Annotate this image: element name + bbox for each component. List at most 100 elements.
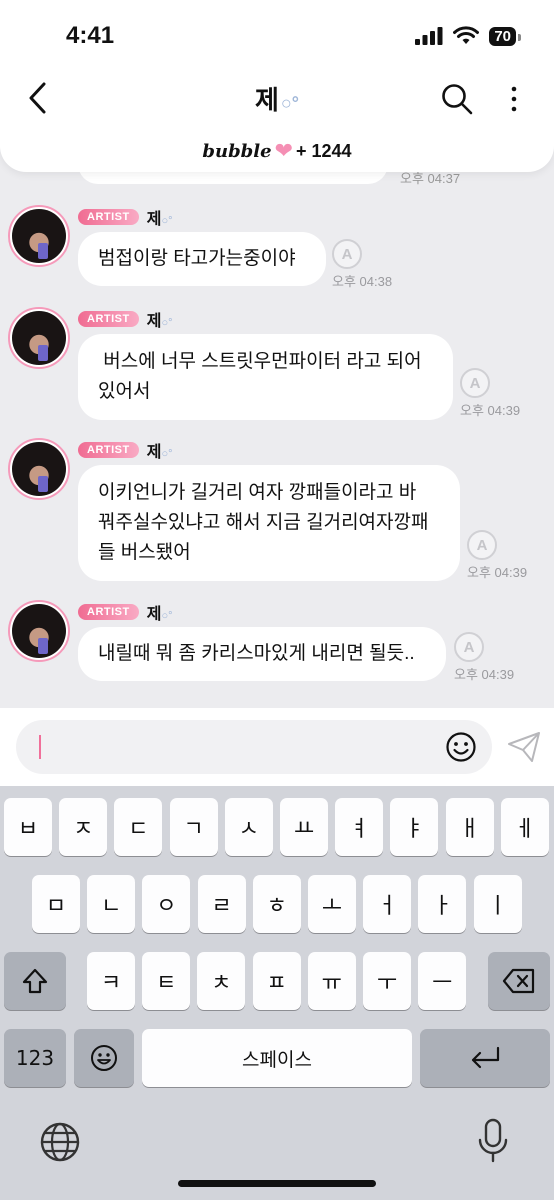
message-input[interactable] [16, 720, 492, 774]
message-bubble[interactable]: 버스에 너무 스트릿우먼파이터 라고 되어 있어서 [78, 334, 453, 420]
sender-name-group: 제○° [147, 307, 173, 331]
emoji-icon[interactable] [444, 730, 478, 764]
shift-icon [22, 968, 48, 994]
send-icon[interactable] [506, 730, 542, 764]
key-ㄷ[interactable]: ㄷ [114, 798, 163, 856]
key-ㅈ[interactable]: ㅈ [59, 798, 108, 856]
key-ㄱ[interactable]: ㄱ [169, 798, 218, 856]
message-bubble[interactable]: 이키언니가 길거리 여자 깡패들이라고 바꿔주실수있냐고 해서 지금 길거리여자… [78, 465, 460, 581]
artist-avatar[interactable] [8, 438, 70, 500]
numbers-key[interactable]: 123 [4, 1029, 66, 1087]
key-ㅂ[interactable]: ㅂ [4, 798, 52, 856]
delete-icon [502, 968, 535, 994]
artist-badge: ARTIST [78, 311, 139, 327]
sender-name-group: 제○° [147, 438, 173, 462]
key-ㅊ[interactable]: ㅊ [197, 952, 246, 1010]
sender-row: ARTIST 제○° [78, 600, 173, 624]
message-meta: A 오후 04:39 [454, 632, 514, 683]
key-ㅗ[interactable]: ㅗ [308, 875, 356, 933]
translate-icon[interactable]: A [454, 632, 484, 662]
key-ㅜ[interactable]: ㅜ [363, 952, 411, 1010]
sender-name: 제 [146, 313, 162, 330]
key-ㅅ[interactable]: ㅅ [224, 798, 273, 856]
key-ㅐ[interactable]: ㅐ [445, 798, 494, 856]
signal-icon [415, 27, 443, 45]
key-ㅠ[interactable]: ㅠ [307, 952, 356, 1010]
message-text-line: 이키언니가 길거리 여자 깡패들이라고 바 [98, 482, 417, 503]
message-meta: A 오후 04:38 [332, 239, 392, 290]
return-key[interactable] [420, 1029, 550, 1087]
bubble-decoration: ○° [161, 610, 173, 622]
wifi-icon [453, 26, 480, 44]
artist-badge: ARTIST [78, 209, 139, 225]
message-time: 오후 04:39 [467, 565, 528, 580]
emoji-key-icon [91, 1045, 117, 1071]
message-text-line: 범접이랑 타고가는중이야 [98, 248, 296, 269]
app-screen: 오후 04:37 ARTIST 제○° 범접이랑 타고가는중이야 A 오후 04:38 A… [0, 0, 554, 1200]
key-ㅁ[interactable]: ㅁ [32, 875, 80, 933]
sender-row: ARTIST 제○° [78, 205, 173, 229]
translate-icon[interactable]: A [467, 530, 497, 560]
space-key[interactable]: 스페이스 [142, 1029, 412, 1087]
avatar-image [12, 442, 66, 496]
message-text-line: 있어서 [98, 381, 151, 402]
sender-name-group: 제○° [147, 205, 173, 229]
emoji-key[interactable] [74, 1029, 134, 1087]
sender-row: ARTIST 제○° [78, 438, 173, 462]
message-bubble[interactable]: 범접이랑 타고가는중이야 [78, 232, 326, 286]
delete-key[interactable] [488, 952, 550, 1010]
key-ㅓ[interactable]: ㅓ [363, 875, 412, 933]
key-ㄴ[interactable]: ㄴ [87, 875, 136, 933]
message-text-line: 들 버스됐어 [98, 542, 191, 563]
microphone-icon[interactable] [476, 1118, 510, 1164]
message-text-line: 꿔주실수있냐고 해서 지금 길거리여자깡패 [98, 512, 429, 533]
status-time: 4:41 [66, 22, 115, 49]
sender-row: ARTIST 제○° [78, 307, 173, 331]
sender-name: 제 [146, 606, 162, 623]
bubble-decoration: ○° [161, 215, 173, 227]
key-ㅌ[interactable]: ㅌ [142, 952, 191, 1010]
message-time: 오후 04:39 [454, 667, 515, 682]
bubble-decoration: ○° [280, 93, 299, 113]
key-ㅍ[interactable]: ㅍ [252, 952, 301, 1010]
artist-badge: ARTIST [78, 442, 139, 458]
message-input-bar [0, 708, 554, 786]
subscriber-count: + 1244 [296, 141, 352, 161]
message-time: 오후 04:39 [460, 403, 521, 418]
globe-icon[interactable] [38, 1120, 82, 1164]
shift-key[interactable] [4, 952, 66, 1010]
more-icon[interactable] [502, 82, 526, 116]
key-ㅎ[interactable]: ㅎ [252, 875, 301, 933]
key-ㅣ[interactable]: ㅣ [473, 875, 522, 933]
key-ㄹ[interactable]: ㄹ [197, 875, 246, 933]
translate-icon[interactable]: A [460, 368, 490, 398]
key-ㅑ[interactable]: ㅑ [390, 798, 439, 856]
message-bubble[interactable]: 내릴때 뭐 좀 카리스마있게 내리면 될듯.. [78, 627, 446, 681]
text-cursor [39, 735, 41, 759]
key-ㅡ[interactable]: ㅡ [418, 952, 467, 1010]
avatar-image [12, 311, 66, 365]
home-indicator [178, 1180, 376, 1187]
message-meta: A 오후 04:39 [460, 368, 520, 419]
artist-avatar[interactable] [8, 600, 70, 662]
sender-name-group: 제○° [147, 600, 173, 624]
key-ㅛ[interactable]: ㅛ [280, 798, 328, 856]
key-ㅋ[interactable]: ㅋ [87, 952, 135, 1010]
search-icon[interactable] [440, 82, 474, 116]
message-text-line: 내릴때 뭐 좀 카리스마있게 내리면 될듯.. [98, 643, 415, 664]
sender-name: 제 [146, 444, 162, 461]
avatar-image [12, 209, 66, 263]
artist-avatar[interactable] [8, 307, 70, 369]
bubble-decoration: ○° [161, 448, 173, 460]
artist-avatar[interactable] [8, 205, 70, 267]
sender-name: 제 [146, 211, 162, 228]
message-time: 오후 04:38 [332, 274, 393, 289]
return-icon [471, 1046, 500, 1069]
subscriber-row: bubble ❤ + 1244 [0, 138, 554, 164]
artist-name: 제 [255, 85, 279, 115]
key-ㅔ[interactable]: ㅔ [500, 798, 549, 856]
key-ㅇ[interactable]: ㅇ [142, 875, 191, 933]
translate-icon[interactable]: A [332, 239, 362, 269]
key-ㅏ[interactable]: ㅏ [418, 875, 467, 933]
key-ㅕ[interactable]: ㅕ [335, 798, 384, 856]
